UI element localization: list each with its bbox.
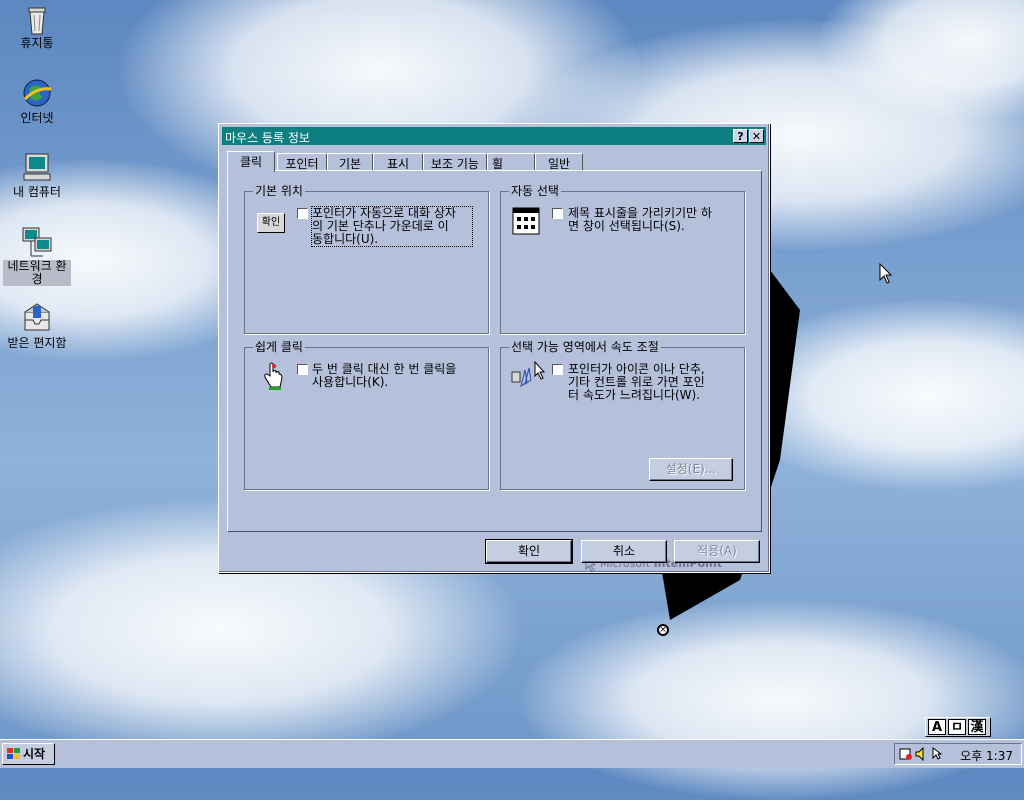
ime-hanja-button[interactable]: 漢: [968, 719, 986, 735]
single-click-checkbox[interactable]: [297, 364, 308, 375]
tab-basic[interactable]: 기본: [327, 153, 373, 171]
group-legend: 선택 가능 영역에서 속도 조절: [509, 340, 661, 354]
tab-wheel[interactable]: 휠: [487, 153, 535, 171]
desktop-icon-label: 내 컴퓨터: [13, 185, 61, 199]
mouse-pointer-icon: [879, 263, 893, 284]
ime-mode-button[interactable]: A: [928, 719, 946, 735]
scheduler-icon[interactable]: [899, 747, 913, 761]
mouse-properties-dialog: 마우스 등록 정보 ? ✕ 클릭 포인터 기본 표시 보조 기능 휠 일반 기본…: [218, 123, 770, 573]
desktop-icon-recycle-bin[interactable]: 휴지통: [2, 2, 72, 50]
clock[interactable]: 오후 1:37: [960, 747, 1013, 764]
group-speed-adjust: 선택 가능 영역에서 속도 조절 포인터가 아이콘 이나 단추, 기타 컨트롤 …: [500, 340, 745, 490]
close-button[interactable]: ✕: [749, 129, 764, 143]
dialog-titlebar[interactable]: 마우스 등록 정보 ? ✕: [222, 127, 766, 145]
auto-select-label[interactable]: 제목 표시줄을 가리키기만 하 면 창이 선택됩니다(S).: [568, 207, 738, 233]
label-line: 면 창이 선택됩니다(S).: [568, 219, 685, 233]
start-label: 시작: [23, 747, 46, 761]
network-icon: [21, 226, 53, 258]
desktop-icon-internet[interactable]: 인터넷: [2, 77, 72, 125]
tab-pointer[interactable]: 포인터: [277, 153, 327, 171]
snap-to-default-checkbox[interactable]: [297, 208, 308, 219]
desktop-icon-label: 휴지통: [20, 36, 54, 50]
settings-button[interactable]: 설정(E)...: [649, 458, 733, 481]
auto-select-checkbox[interactable]: [552, 208, 563, 219]
slow-pointer-icon: [511, 360, 546, 388]
taskbar: 시작 오후 1:37: [0, 739, 1024, 768]
desktop-icon-network[interactable]: 네트워크 환경: [2, 226, 72, 286]
inbox-icon: [21, 302, 53, 334]
label-line: 동합니다(U).: [312, 232, 379, 246]
my-computer-icon: [21, 151, 53, 183]
ok-button[interactable]: 확인: [485, 539, 573, 564]
ok-button-preview-icon: 확인: [257, 213, 285, 233]
desktop-icon-label: 인터넷: [20, 111, 54, 125]
ime-toolbar[interactable]: A ㅁ 漢: [925, 717, 991, 737]
desktop-icon-label: 네트워크 환경: [3, 260, 71, 286]
ime-width-button[interactable]: ㅁ: [948, 719, 966, 735]
group-easy-click: 쉽게 클릭 두 번 클릭 대신 한 번 클릭을 사용합니다(K).: [244, 340, 489, 490]
start-button[interactable]: 시작: [2, 743, 55, 765]
tab-accessibility[interactable]: 보조 기능: [423, 153, 487, 171]
windows-logo-icon: [7, 748, 20, 759]
system-tray: 오후 1:37: [894, 743, 1022, 765]
crosshair-icon: ×: [657, 624, 669, 636]
desktop-icon-my-computer[interactable]: 내 컴퓨터: [2, 151, 72, 199]
snap-to-default-label[interactable]: 포인터가 자동으로 대화 상자 의 기본 단추나 가운데로 이 동합니다(U).: [311, 206, 473, 247]
tab-click[interactable]: 클릭: [227, 151, 275, 172]
window-select-icon: [512, 207, 540, 235]
group-auto-select: 자동 선택 제목 표시줄을 가리키기만 하 면 창이 선택됩니다(S).: [500, 184, 745, 334]
apply-button[interactable]: 적용(A): [674, 540, 760, 563]
label-line: 사용합니다(K).: [312, 375, 389, 389]
tab-general[interactable]: 일반: [535, 153, 583, 171]
single-click-label[interactable]: 두 번 클릭 대신 한 번 클릭을 사용합니다(K).: [312, 363, 482, 389]
icon-text: 확인: [261, 217, 281, 228]
dialog-title: 마우스 등록 정보: [225, 131, 310, 145]
help-button[interactable]: ?: [733, 129, 748, 143]
click-tab-panel: 기본 위치 확인 포인터가 자동으로 대화 상자 의 기본 단추나 가운데로 이…: [227, 170, 762, 573]
mouse-tray-icon[interactable]: [931, 747, 945, 761]
desktop-icon-inbox[interactable]: 받은 편지함: [2, 302, 72, 350]
volume-icon[interactable]: [915, 747, 929, 761]
group-basic-position: 기본 위치 확인 포인터가 자동으로 대화 상자 의 기본 단추나 가운데로 이…: [244, 184, 489, 334]
group-legend: 자동 선택: [509, 184, 561, 198]
desktop-icon-label: 받은 편지함: [7, 336, 67, 350]
hand-pointer-icon: [264, 362, 283, 390]
cancel-button[interactable]: 취소: [581, 540, 667, 563]
label-line: 터 속도가 느려집니다(W).: [568, 388, 701, 402]
tab-display[interactable]: 표시: [373, 153, 423, 171]
group-legend: 기본 위치: [253, 184, 305, 198]
internet-globe-icon: [21, 77, 53, 109]
recycle-bin-icon: [21, 2, 53, 35]
slow-pointer-label[interactable]: 포인터가 아이콘 이나 단추, 기타 컨트롤 위로 가면 포인 터 속도가 느려…: [568, 363, 738, 402]
group-legend: 쉽게 클릭: [253, 340, 305, 354]
slow-pointer-checkbox[interactable]: [552, 364, 563, 375]
